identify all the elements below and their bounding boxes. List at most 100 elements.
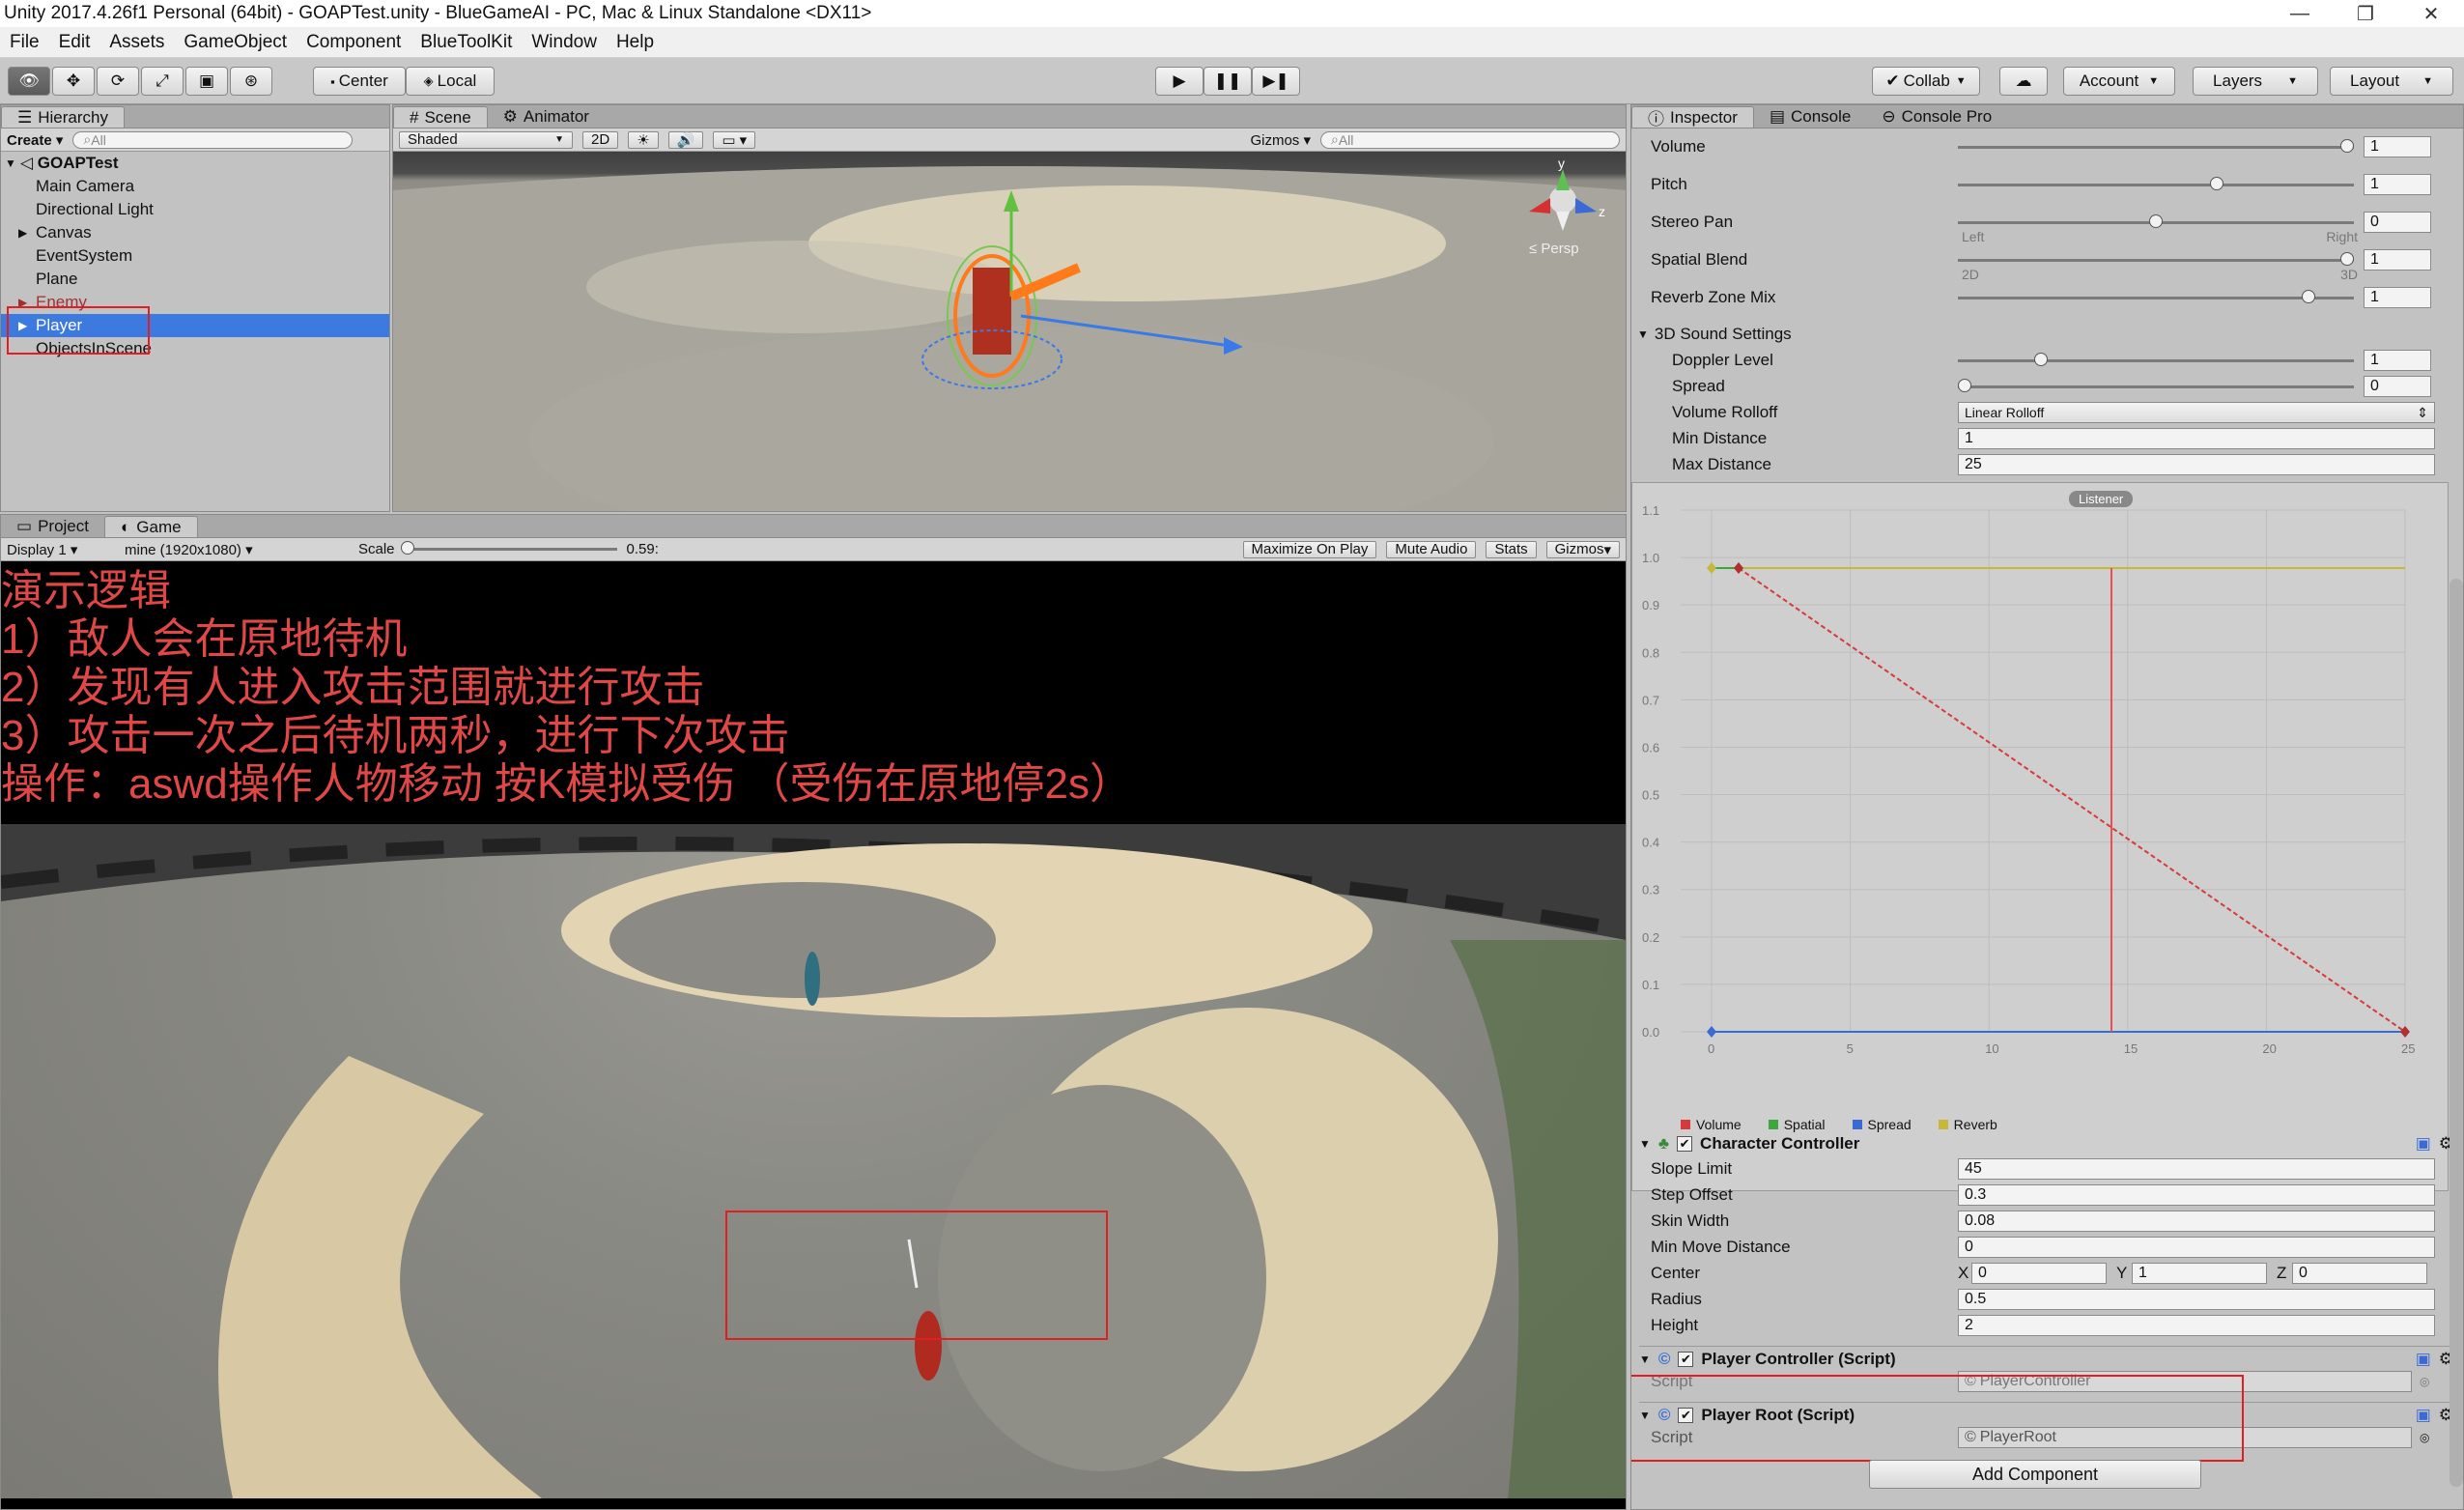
tab-console-pro[interactable]: ⊖ Console Pro <box>1866 106 2007 128</box>
restore-button[interactable]: ❐ <box>2333 2 2398 26</box>
account-dropdown[interactable]: Account ▼ <box>2063 67 2175 96</box>
tab-game[interactable]: ◐ Game <box>103 516 198 537</box>
help-icon[interactable]: ▣ <box>2416 1350 2431 1369</box>
scene-gizmo[interactable]: y z ≤ Persp <box>1519 156 1606 257</box>
player-controller-enabled-checkbox[interactable]: ✔ <box>1678 1351 1694 1367</box>
game-gizmos-dropdown[interactable]: Gizmos ▾ <box>1545 540 1620 558</box>
minimize-button[interactable]: — <box>2267 3 2333 25</box>
help-icon[interactable]: ▣ <box>2416 1406 2431 1425</box>
object-picker-icon[interactable]: ◎ <box>2420 1375 2429 1388</box>
menu-gameobject[interactable]: GameObject <box>174 32 297 53</box>
radius-field[interactable]: 0.5 <box>1958 1289 2435 1310</box>
tab-console[interactable]: ▤ Console <box>1754 106 1866 128</box>
menu-window[interactable]: Window <box>522 32 607 53</box>
rect-tool-button[interactable]: ▣ <box>185 67 228 96</box>
game-viewport[interactable] <box>1 824 1626 1498</box>
step-button[interactable]: ▶❚ <box>1252 67 1300 96</box>
spatial-blend-field[interactable]: 1 <box>2364 249 2431 271</box>
legend-spread[interactable]: Spread <box>1852 1117 1912 1132</box>
skin-width-field[interactable]: 0.08 <box>1958 1211 2435 1232</box>
legend-spatial[interactable]: Spatial <box>1768 1117 1826 1132</box>
lighting-toggle[interactable]: ☀ <box>628 130 659 149</box>
add-component-button[interactable]: Add Component <box>1869 1460 2201 1489</box>
pivot-local-button[interactable]: ◈ Local <box>406 67 495 96</box>
stereo-pan-slider-knob[interactable] <box>2149 214 2163 228</box>
scale-tool-button[interactable]: ⤢ <box>141 67 184 96</box>
expand-arrow-icon[interactable]: ▶ <box>18 221 27 244</box>
tab-hierarchy[interactable]: ☰ Hierarchy <box>1 106 125 128</box>
tab-animator[interactable]: ⚙ Animator <box>488 106 605 128</box>
volume-field[interactable]: 1 <box>2364 136 2431 157</box>
spatial-blend-slider-knob[interactable] <box>2340 251 2354 266</box>
character-controller-header[interactable]: ▼ ♣ ✔ Character Controller ▣ ⚙ <box>1639 1131 2453 1156</box>
doppler-slider-knob[interactable] <box>2034 352 2049 366</box>
tab-project[interactable]: ▭ Project <box>1 516 104 537</box>
character-controller-enabled-checkbox[interactable]: ✔ <box>1677 1136 1693 1152</box>
reverb-zone-mix-slider[interactable] <box>1958 289 2354 303</box>
scene-viewport[interactable]: y z ≤ Persp <box>393 152 1626 511</box>
center-z-field[interactable]: 0 <box>2292 1263 2427 1284</box>
volume-slider-knob[interactable] <box>2340 138 2354 153</box>
volume-rolloff-dropdown[interactable]: Linear Rolloff ⇕ <box>1958 402 2435 423</box>
display-dropdown[interactable]: Display 1 ▾ <box>7 541 115 558</box>
transform-tool-button[interactable]: ⊛ <box>230 67 272 96</box>
doppler-field[interactable]: 1 <box>2364 350 2431 371</box>
view-tool-button[interactable]: 👁 <box>8 67 50 96</box>
curve-key[interactable] <box>1707 1026 1716 1038</box>
stereo-pan-slider[interactable] <box>1958 214 2354 228</box>
stats-toggle[interactable]: Stats <box>1486 540 1537 558</box>
center-x-field[interactable]: 0 <box>1971 1263 2107 1284</box>
menu-component[interactable]: Component <box>297 32 411 53</box>
rotate-tool-button[interactable]: ⟳ <box>97 67 139 96</box>
create-dropdown[interactable]: Create ▾ <box>7 131 63 149</box>
scale-slider[interactable] <box>400 541 617 555</box>
rolloff-curve-graph[interactable]: Listener 1.1 1.0 0.9 0.8 0.7 0.6 0.5 0.4 0.3 0.2 0… <box>1631 482 2449 1191</box>
menu-edit[interactable]: Edit <box>49 32 100 53</box>
pause-button[interactable]: ❚❚ <box>1204 67 1252 96</box>
hierarchy-item-plane[interactable]: Plane <box>1 268 389 291</box>
spread-field[interactable]: 0 <box>2364 376 2431 397</box>
2d-toggle[interactable]: 2D <box>582 130 619 149</box>
hierarchy-item-main-camera[interactable]: Main Camera <box>1 175 389 198</box>
hierarchy-search-input[interactable]: ⌕ All <box>72 130 354 149</box>
menu-file[interactable]: File <box>0 32 49 53</box>
close-button[interactable]: ✕ <box>2398 2 2464 26</box>
collab-dropdown[interactable]: ✔ Collab ▼ <box>1872 67 1980 96</box>
min-distance-field[interactable]: 1 <box>1958 428 2435 449</box>
hierarchy-item-eventsystem[interactable]: EventSystem <box>1 244 389 268</box>
reverb-zone-mix-field[interactable]: 1 <box>2364 287 2431 308</box>
center-y-field[interactable]: 1 <box>2132 1263 2267 1284</box>
spread-slider[interactable] <box>1958 378 2354 392</box>
spread-slider-knob[interactable] <box>1958 378 1971 392</box>
scene-search-input[interactable]: ⌕ All <box>1320 130 1620 149</box>
curve-key[interactable] <box>1707 562 1716 574</box>
spatial-blend-slider[interactable] <box>1958 251 2354 266</box>
legend-volume[interactable]: Volume <box>1681 1117 1742 1132</box>
persp-label[interactable]: ≤ Persp <box>1529 241 1579 257</box>
legend-reverb[interactable]: Reverb <box>1938 1117 1997 1132</box>
scale-slider-knob[interactable] <box>400 541 414 555</box>
move-tool-button[interactable]: ✥ <box>52 67 95 96</box>
3d-sound-settings-foldout[interactable]: ▼ 3D Sound Settings <box>1637 322 2453 347</box>
slope-limit-field[interactable]: 45 <box>1958 1158 2435 1180</box>
layout-dropdown[interactable]: Layout ▼ <box>2330 67 2453 96</box>
menu-bluetoolkit[interactable]: BlueToolKit <box>411 32 522 53</box>
curve-key[interactable] <box>1734 562 1743 574</box>
hierarchy-item-directional-light[interactable]: Directional Light <box>1 198 389 221</box>
play-button[interactable]: ▶ <box>1155 67 1204 96</box>
pitch-field[interactable]: 1 <box>2364 174 2431 195</box>
reverb-zone-mix-slider-knob[interactable] <box>2302 289 2316 303</box>
pitch-slider-knob[interactable] <box>2210 176 2224 190</box>
min-move-distance-field[interactable]: 0 <box>1958 1237 2435 1258</box>
mute-audio-toggle[interactable]: Mute Audio <box>1386 540 1477 558</box>
gizmos-dropdown[interactable]: Gizmos ▾ <box>1250 131 1311 149</box>
menu-help[interactable]: Help <box>607 32 664 53</box>
resolution-dropdown[interactable]: mine (1920x1080) ▾ <box>125 541 349 558</box>
menu-assets[interactable]: Assets <box>99 32 174 53</box>
cloud-button[interactable]: ☁ <box>1999 67 2048 96</box>
audio-toggle[interactable]: 🔊 <box>667 130 704 149</box>
inspector-scrollbar[interactable] <box>2450 579 2463 1487</box>
step-offset-field[interactable]: 0.3 <box>1958 1184 2435 1206</box>
maximize-on-play-toggle[interactable]: Maximize On Play <box>1242 540 1377 558</box>
doppler-slider[interactable] <box>1958 352 2354 366</box>
